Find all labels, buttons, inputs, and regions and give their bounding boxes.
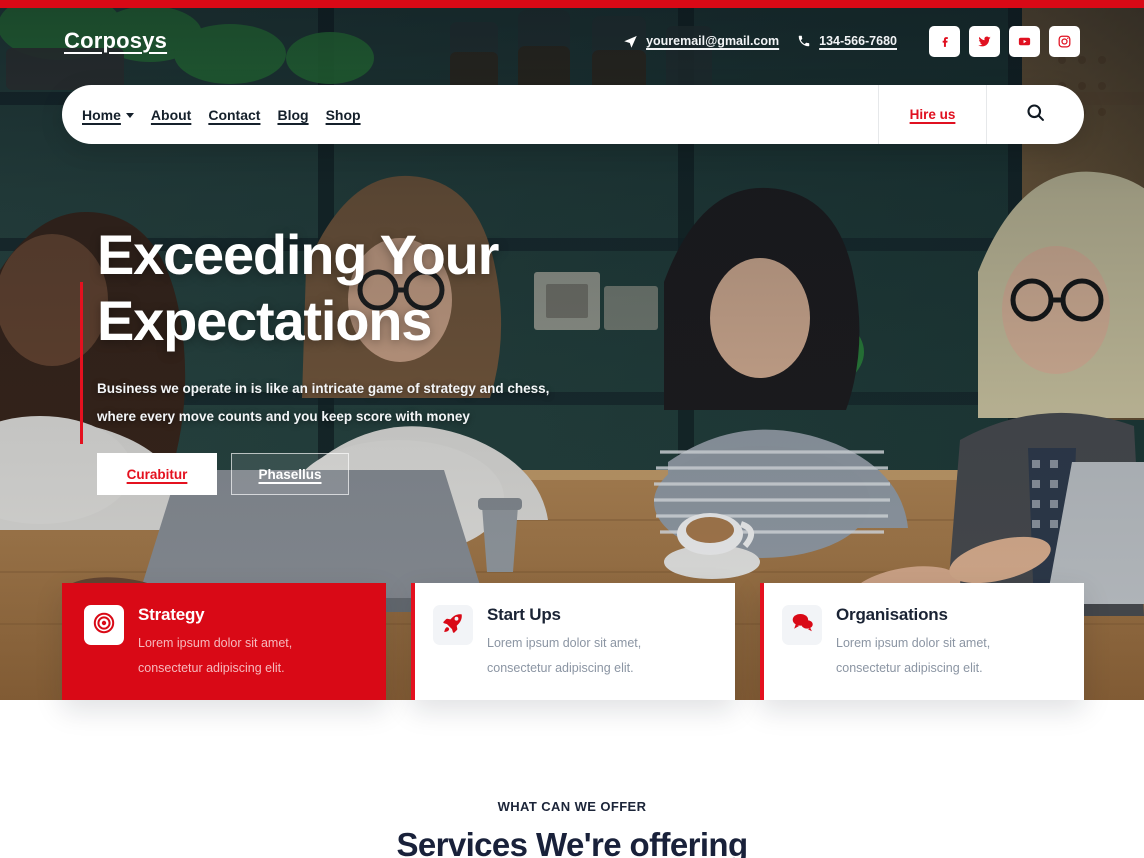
feature-card-organisations[interactable]: Organisations Lorem ipsum dolor sit amet…	[760, 583, 1084, 700]
hero-title-line-1: Exceeding Your	[97, 223, 499, 286]
card-text-line-1: Lorem ipsum dolor sit amet,	[138, 636, 293, 650]
feature-card-strategy[interactable]: Strategy Lorem ipsum dolor sit amet, con…	[62, 583, 386, 700]
landing-page: Corposys youremail@gmail.com 134-566-768…	[0, 0, 1144, 858]
card-body: Strategy Lorem ipsum dolor sit amet, con…	[138, 605, 292, 681]
hero-subtitle: Business we operate in is like an intric…	[97, 375, 567, 431]
social-links	[929, 25, 1080, 57]
card-title: Strategy	[138, 605, 205, 624]
services-section: WHAT CAN WE OFFER Services We're offerin…	[0, 700, 1144, 858]
chat-bubbles-icon	[790, 610, 815, 640]
card-text-line-2: consectetur adipiscing elit.	[138, 661, 285, 675]
nav-item-blog[interactable]: Blog	[277, 107, 308, 123]
hero-subtitle-line-2: where every move counts and you keep sco…	[97, 409, 470, 424]
card-text: Lorem ipsum dolor sit amet, consectetur …	[836, 631, 990, 681]
rocket-icon	[441, 611, 465, 640]
target-icon	[92, 611, 116, 640]
search-icon	[1025, 102, 1046, 128]
contact-info-group: youremail@gmail.com 134-566-7680	[623, 25, 1080, 57]
hero-accent-bar	[80, 282, 83, 444]
card-body: Organisations Lorem ipsum dolor sit amet…	[836, 605, 990, 681]
instagram-icon	[1057, 34, 1072, 49]
hero-subtitle-line-1: Business we operate in is like an intric…	[97, 381, 550, 396]
phasellus-button[interactable]: Phasellus	[231, 453, 349, 495]
card-icon-wrap	[782, 605, 822, 645]
nav-links: Home About Contact Blog Shop	[62, 85, 878, 144]
hero-content: Exceeding Your Expectations Business we …	[97, 222, 657, 495]
facebook-icon	[938, 34, 952, 48]
card-text-line-2: consectetur adipiscing elit.	[487, 661, 634, 675]
card-body: Start Ups Lorem ipsum dolor sit amet, co…	[487, 605, 641, 681]
services-title: Services We're offering	[396, 826, 748, 858]
feature-card-start-ups[interactable]: Start Ups Lorem ipsum dolor sit amet, co…	[411, 583, 735, 700]
top-red-strip	[0, 0, 1144, 8]
nav-item-shop[interactable]: Shop	[326, 107, 361, 123]
curabitur-button[interactable]: Curabitur	[97, 453, 217, 495]
top-contact-bar: Corposys youremail@gmail.com 134-566-768…	[0, 8, 1144, 74]
card-icon-wrap	[84, 605, 124, 645]
hero-title: Exceeding Your Expectations	[97, 222, 657, 354]
services-eyebrow: WHAT CAN WE OFFER	[497, 799, 647, 814]
card-icon-wrap	[433, 605, 473, 645]
search-button[interactable]	[986, 85, 1084, 144]
chevron-down-icon	[125, 113, 134, 118]
hire-us-button[interactable]: Hire us	[878, 85, 986, 144]
social-twitter-button[interactable]	[969, 25, 1000, 57]
card-text: Lorem ipsum dolor sit amet, consectetur …	[138, 631, 292, 681]
card-text-line-1: Lorem ipsum dolor sit amet,	[487, 636, 642, 650]
card-title: Start Ups	[487, 605, 561, 624]
nav-item-home-label: Home	[82, 106, 121, 123]
social-instagram-button[interactable]	[1049, 25, 1080, 57]
phone-icon	[797, 34, 811, 48]
hire-us-label: Hire us	[909, 107, 956, 122]
hero-buttons: Curabitur Phasellus	[97, 453, 657, 495]
card-text-line-1: Lorem ipsum dolor sit amet,	[836, 636, 991, 650]
social-facebook-button[interactable]	[929, 25, 960, 57]
email-contact[interactable]: youremail@gmail.com	[623, 34, 779, 49]
card-text-line-2: consectetur adipiscing elit.	[836, 661, 983, 675]
social-youtube-button[interactable]	[1009, 25, 1040, 57]
main-navigation-bar: Home About Contact Blog Shop Hire us	[62, 85, 1084, 144]
hero-title-line-2: Expectations	[97, 289, 432, 352]
phone-text: 134-566-7680	[819, 34, 897, 48]
email-text: youremail@gmail.com	[646, 34, 780, 48]
nav-item-contact[interactable]: Contact	[208, 107, 260, 123]
site-logo[interactable]: Corposys	[64, 28, 167, 54]
paper-plane-icon	[623, 34, 638, 49]
phone-contact[interactable]: 134-566-7680	[797, 34, 897, 48]
card-title: Organisations	[836, 605, 948, 624]
card-text: Lorem ipsum dolor sit amet, consectetur …	[487, 631, 641, 681]
twitter-icon	[977, 34, 992, 49]
nav-item-home[interactable]: Home	[82, 107, 134, 123]
youtube-icon	[1017, 34, 1032, 49]
feature-cards: Strategy Lorem ipsum dolor sit amet, con…	[62, 583, 1084, 700]
nav-item-about[interactable]: About	[151, 107, 191, 123]
